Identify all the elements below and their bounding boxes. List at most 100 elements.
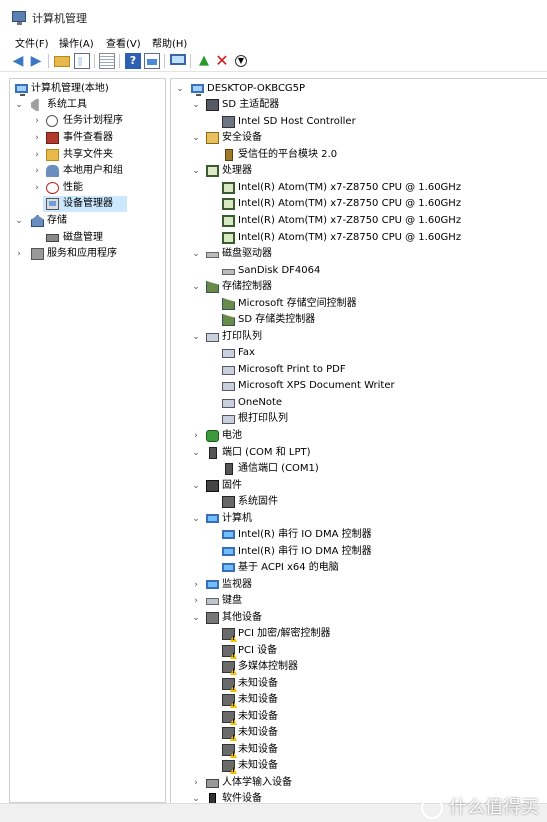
category-storage-controllers[interactable]: ⌄ 存储控制器 <box>171 279 546 295</box>
up-folder-icon[interactable] <box>54 56 70 67</box>
chevron-down-icon[interactable]: ⌄ <box>191 791 201 803</box>
device-item[interactable]: Intel(R) Atom(TM) x7-Z8750 CPU @ 1.60GHz <box>171 180 546 196</box>
update-driver-icon[interactable]: ▲ <box>196 53 212 69</box>
chevron-right-icon[interactable]: › <box>32 113 42 129</box>
device-item[interactable]: 未知设备 <box>171 725 546 741</box>
device-item[interactable]: Microsoft 存储空间控制器 <box>171 296 546 312</box>
chevron-down-icon[interactable]: ⌄ <box>191 329 201 345</box>
device-item[interactable]: Intel(R) Atom(TM) x7-Z8750 CPU @ 1.60GHz <box>171 196 546 212</box>
category-computer[interactable]: ⌄ 计算机 <box>171 511 546 527</box>
chevron-down-icon[interactable]: ⌄ <box>191 246 201 262</box>
chevron-right-icon[interactable]: › <box>32 147 42 163</box>
device-item[interactable]: 未知设备 <box>171 709 546 725</box>
event-viewer-icon <box>46 132 59 144</box>
tree-item-label: 服务和应用程序 <box>47 248 117 259</box>
chevron-down-icon[interactable]: ⌄ <box>191 610 201 626</box>
device-tree-root[interactable]: ⌄ DESKTOP-OKBCG5P <box>171 81 546 97</box>
show-hide-tree-icon[interactable] <box>74 53 90 69</box>
device-item[interactable]: Intel(R) 串行 IO DMA 控制器 <box>171 527 546 543</box>
chevron-down-icon[interactable]: ⌄ <box>191 163 201 179</box>
chevron-right-icon[interactable]: › <box>191 428 201 444</box>
tree-item-device-manager[interactable]: 设备管理器 <box>43 196 127 212</box>
chevron-down-icon[interactable]: ⌄ <box>191 130 201 146</box>
chevron-right-icon[interactable]: › <box>32 163 42 179</box>
chevron-down-icon[interactable]: ⌄ <box>191 279 201 295</box>
device-item[interactable]: SD 存储类控制器 <box>171 312 546 328</box>
device-item[interactable]: Fax <box>171 345 546 361</box>
chevron-down-icon[interactable]: ⌄ <box>14 97 24 113</box>
category-keyboards[interactable]: › 键盘 <box>171 593 546 609</box>
device-item[interactable]: PCI 加密/解密控制器 <box>171 626 546 642</box>
device-item[interactable]: SanDisk DF4064 <box>171 263 546 279</box>
category-hid[interactable]: › 人体学输入设备 <box>171 775 546 791</box>
category-print-queues[interactable]: ⌄ 打印队列 <box>171 329 546 345</box>
menu-view[interactable]: 查看(V) <box>106 35 141 50</box>
port-icon <box>225 463 233 475</box>
device-item[interactable]: 受信任的平台模块 2.0 <box>171 147 546 163</box>
tree-item-event-viewer[interactable]: › 事件查看器 <box>10 130 165 146</box>
category-security[interactable]: ⌄ 安全设备 <box>171 130 546 146</box>
category-other-devices[interactable]: ⌄ 其他设备 <box>171 610 546 626</box>
device-item[interactable]: Intel(R) Atom(TM) x7-Z8750 CPU @ 1.60GHz <box>171 230 546 246</box>
help-icon[interactable]: ? <box>125 53 141 69</box>
tree-item-local-users[interactable]: › 本地用户和组 <box>10 163 165 179</box>
device-item[interactable]: 未知设备 <box>171 742 546 758</box>
category-sd-host[interactable]: ⌄ SD 主适配器 <box>171 97 546 113</box>
tree-item-storage[interactable]: ⌄ 存储 <box>10 213 165 229</box>
forward-arrow-icon[interactable]: ▶ <box>28 53 44 69</box>
back-arrow-icon[interactable]: ◀ <box>10 53 26 69</box>
uninstall-icon[interactable]: ✕ <box>214 53 230 69</box>
tree-root[interactable]: 计算机管理(本地) <box>10 81 165 97</box>
device-item[interactable]: 根打印队列 <box>171 411 546 427</box>
chevron-right-icon[interactable]: › <box>14 246 24 262</box>
device-item[interactable]: 系统固件 <box>171 494 546 510</box>
device-item[interactable]: Microsoft Print to PDF <box>171 362 546 378</box>
device-item[interactable]: 未知设备 <box>171 758 546 774</box>
device-label: Intel(R) Atom(TM) x7-Z8750 CPU @ 1.60GHz <box>238 232 462 243</box>
disable-device-icon[interactable]: ▼ <box>235 55 247 67</box>
tree-item-shared-folders[interactable]: › 共享文件夹 <box>10 147 165 163</box>
device-item[interactable]: 基于 ACPI x64 的电脑 <box>171 560 546 576</box>
category-processors[interactable]: ⌄ 处理器 <box>171 163 546 179</box>
category-monitors[interactable]: › 监视器 <box>171 577 546 593</box>
menu-help[interactable]: 帮助(H) <box>152 35 187 50</box>
chevron-down-icon[interactable]: ⌄ <box>191 97 201 113</box>
tree-item-disk-management[interactable]: 磁盘管理 <box>10 230 165 246</box>
menu-action[interactable]: 操作(A) <box>59 35 94 50</box>
device-item[interactable]: Microsoft XPS Document Writer <box>171 378 546 394</box>
menu-file[interactable]: 文件(F) <box>15 35 49 50</box>
device-item[interactable]: Intel(R) Atom(TM) x7-Z8750 CPU @ 1.60GHz <box>171 213 546 229</box>
computer-icon <box>222 530 235 539</box>
chevron-down-icon[interactable]: ⌄ <box>191 478 201 494</box>
device-item[interactable]: 多媒体控制器 <box>171 659 546 675</box>
action-pane-icon[interactable] <box>144 53 160 69</box>
device-item[interactable]: 未知设备 <box>171 692 546 708</box>
device-item[interactable]: OneNote <box>171 395 546 411</box>
category-firmware[interactable]: ⌄ 固件 <box>171 478 546 494</box>
chevron-down-icon[interactable]: ⌄ <box>191 445 201 461</box>
scan-hardware-icon[interactable] <box>170 54 186 65</box>
chevron-right-icon[interactable]: › <box>191 775 201 791</box>
device-item[interactable]: Intel SD Host Controller <box>171 114 546 130</box>
properties-icon[interactable] <box>99 53 115 69</box>
chevron-down-icon[interactable]: ⌄ <box>191 511 201 527</box>
category-disk-drives[interactable]: ⌄ 磁盘驱动器 <box>171 246 546 262</box>
chevron-right-icon[interactable]: › <box>32 130 42 146</box>
category-battery[interactable]: › 电池 <box>171 428 546 444</box>
chevron-down-icon[interactable]: ⌄ <box>14 213 24 229</box>
chevron-right-icon[interactable]: › <box>191 593 201 609</box>
device-item[interactable]: Intel(R) 串行 IO DMA 控制器 <box>171 544 546 560</box>
storage-icon <box>31 215 44 227</box>
device-item[interactable]: 未知设备 <box>171 676 546 692</box>
tree-item-task-scheduler[interactable]: › 任务计划程序 <box>10 113 165 129</box>
tree-item-system-tools[interactable]: ⌄ 系统工具 <box>10 97 165 113</box>
chevron-right-icon[interactable]: › <box>191 577 201 593</box>
chevron-right-icon[interactable]: › <box>32 180 42 196</box>
tree-item-services[interactable]: › 服务和应用程序 <box>10 246 165 262</box>
other-devices-icon <box>206 612 219 624</box>
category-ports[interactable]: ⌄ 端口 (COM 和 LPT) <box>171 445 546 461</box>
tree-item-performance[interactable]: › 性能 <box>10 180 165 196</box>
device-item[interactable]: 通信端口 (COM1) <box>171 461 546 477</box>
device-item[interactable]: PCI 设备 <box>171 643 546 659</box>
chevron-down-icon[interactable]: ⌄ <box>175 81 185 97</box>
